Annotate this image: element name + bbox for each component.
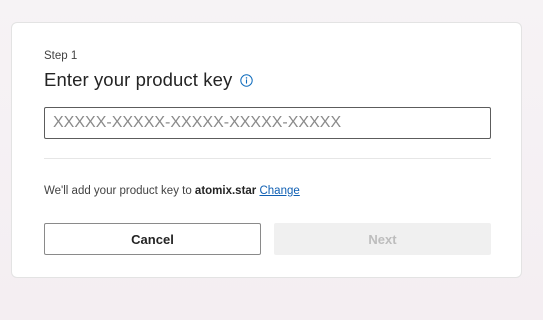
divider [44, 158, 491, 159]
info-icon[interactable] [240, 73, 254, 87]
next-button[interactable]: Next [274, 223, 491, 255]
title-row: Enter your product key [44, 69, 254, 91]
product-key-note: We'll add your product key to atomix.sta… [44, 185, 300, 197]
change-link[interactable]: Change [259, 185, 299, 197]
account-domain: atomix.star [194, 185, 257, 197]
step-label: Step 1 [44, 50, 78, 62]
cancel-button[interactable]: Cancel [44, 223, 261, 255]
product-key-card: Step 1 Enter your product key We'll add … [11, 22, 522, 278]
note-prefix: We'll add your product key to [44, 185, 195, 197]
dialog-title: Enter your product key [44, 69, 233, 90]
product-key-input[interactable] [44, 107, 491, 139]
